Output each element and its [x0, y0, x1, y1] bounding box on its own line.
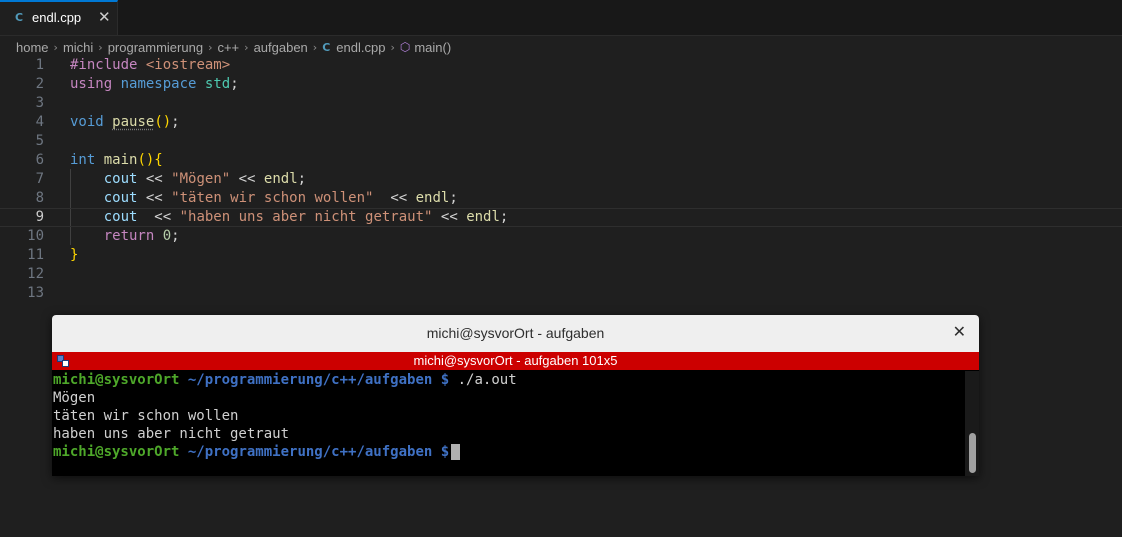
terminal-titlebar[interactable]: michi@sysvorOrt - aufgaben ✕ [52, 315, 979, 352]
cpp-file-icon: C [15, 11, 24, 24]
code-text: int main(){ [70, 152, 163, 168]
line-number: 1 [35, 57, 44, 73]
chevron-right-icon: › [312, 40, 318, 54]
breadcrumb-item-cpp[interactable]: c++ [217, 40, 239, 55]
code-line: 7 cout << "Mögen" << endl; [0, 170, 1122, 189]
symbol-method-icon: ⬡ [399, 40, 411, 54]
code-text: #include <iostream> [70, 57, 231, 73]
code-line-current: 9 cout << "haben uns aber nicht getraut"… [0, 208, 1122, 227]
line-number: 8 [35, 190, 44, 206]
line-number: 9 [35, 209, 44, 225]
code-line: 5 [0, 132, 1122, 151]
line-number: 6 [35, 152, 44, 168]
breadcrumb-item-aufgaben[interactable]: aufgaben [254, 40, 308, 55]
line-number: 7 [35, 171, 44, 187]
line-number: 11 [27, 247, 44, 263]
terminal-window[interactable]: michi@sysvorOrt - aufgaben ✕ michi@sysvo… [52, 315, 979, 476]
code-line: 12 [0, 265, 1122, 284]
code-text: } [70, 247, 79, 263]
tab-label: endl.cpp [32, 10, 82, 25]
code-line: 4 void pause(); [0, 113, 1122, 132]
chevron-right-icon: › [208, 40, 213, 54]
line-number: 3 [35, 95, 44, 111]
tab-endl-cpp[interactable]: C endl.cpp ✕ [0, 0, 118, 35]
breadcrumb-item-file[interactable]: endl.cpp [336, 40, 385, 55]
breadcrumb-item-symbol[interactable]: main() [414, 40, 451, 55]
code-line: 10 return 0; [0, 227, 1122, 246]
line-number: 4 [35, 114, 44, 130]
code-text: cout << "täten wir schon wollen" << endl… [103, 190, 458, 206]
code-line: 3 [0, 94, 1122, 113]
close-tab-icon[interactable]: ✕ [98, 8, 111, 26]
code-line: 8 cout << "täten wir schon wollen" << en… [0, 189, 1122, 208]
code-editor[interactable]: 1 #include <iostream> 2 using namespace … [0, 56, 1122, 306]
code-text: cout << "Mögen" << endl; [103, 171, 307, 187]
prompt-symbol: $ [440, 444, 450, 460]
chevron-right-icon: › [98, 40, 103, 54]
breadcrumb-item-programmierung[interactable]: programmierung [108, 40, 203, 55]
code-line: 1 #include <iostream> [0, 56, 1122, 75]
chevron-right-icon: › [53, 40, 58, 54]
line-number: 10 [27, 228, 44, 244]
output-line: täten wir schon wollen [53, 408, 239, 424]
terminal-window-title: michi@sysvorOrt - aufgaben [426, 325, 605, 341]
chevron-right-icon: › [390, 40, 395, 54]
text-cursor [451, 444, 461, 460]
breadcrumb: home › michi › programmierung › c++ › au… [16, 38, 451, 56]
code-text: void pause(); [70, 114, 180, 130]
prompt-user: michi@sysvorOrt [53, 444, 180, 460]
prompt-line: michi@sysvorOrt ~/programmierung/c++/auf… [53, 371, 517, 389]
code-text: cout << "haben uns aber nicht getraut" <… [103, 209, 509, 225]
terminal-tab-bar[interactable]: michi@sysvorOrt - aufgaben 101x5 [52, 352, 979, 370]
prompt-path: ~/programmierung/c++/aufgaben [187, 372, 433, 388]
prompt-path: ~/programmierung/c++/aufgaben [187, 444, 433, 460]
code-line: 13 [0, 284, 1122, 303]
prompt-symbol: $ [440, 372, 450, 388]
line-number: 12 [27, 266, 44, 282]
prompt-line: michi@sysvorOrt ~/programmierung/c++/auf… [53, 443, 461, 461]
terminal-tab-title: michi@sysvorOrt - aufgaben 101x5 [413, 353, 618, 368]
command-text: ./a.out [457, 372, 517, 388]
breadcrumb-item-home[interactable]: home [16, 40, 49, 55]
output-line: Mögen [53, 390, 96, 406]
output-line: haben uns aber nicht getraut [53, 426, 290, 442]
breadcrumb-item-michi[interactable]: michi [63, 40, 93, 55]
cpp-file-icon: C [322, 40, 331, 54]
terminal-scrollbar-thumb[interactable] [969, 433, 976, 473]
code-text: using namespace std; [70, 76, 239, 92]
code-line: 11 } [0, 246, 1122, 265]
line-number: 2 [35, 76, 44, 92]
code-text: return 0; [103, 228, 180, 244]
editor-tab-bar: C endl.cpp ✕ [0, 0, 1122, 36]
terminal-output[interactable]: michi@sysvorOrt ~/programmierung/c++/auf… [52, 371, 965, 476]
prompt-user: michi@sysvorOrt [53, 372, 180, 388]
close-window-icon[interactable]: ✕ [953, 322, 966, 341]
code-line: 2 using namespace std; [0, 75, 1122, 94]
line-number: 5 [35, 133, 44, 149]
chevron-right-icon: › [244, 40, 249, 54]
code-line: 6 int main(){ [0, 151, 1122, 170]
line-number: 13 [27, 285, 44, 301]
